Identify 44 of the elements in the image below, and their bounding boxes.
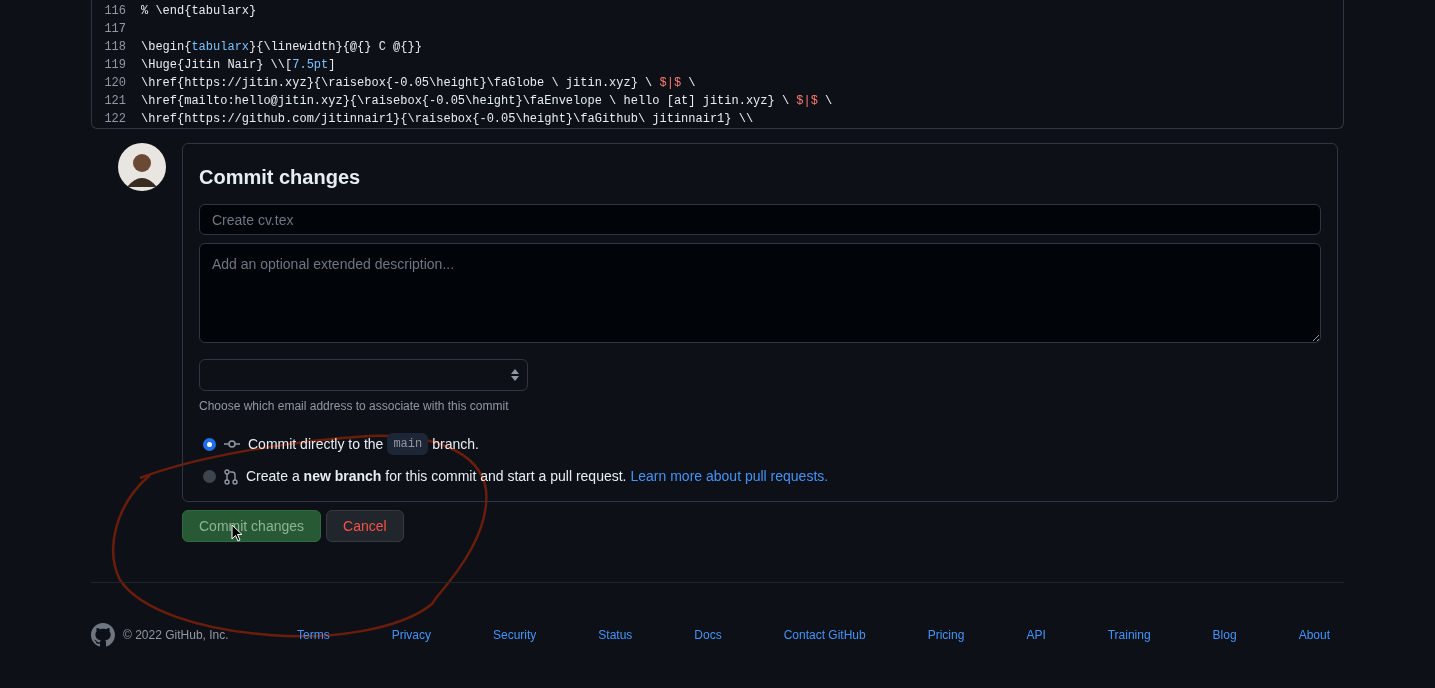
- line-number: 120: [103, 75, 127, 92]
- option-text: branch.: [432, 434, 479, 454]
- footer-link[interactable]: Status: [598, 626, 633, 644]
- description-field[interactable]: Add an optional extended description...: [199, 243, 1321, 343]
- learn-more-link[interactable]: Learn more about pull requests.: [630, 466, 829, 487]
- email-select[interactable]: [199, 359, 528, 391]
- footer-link[interactable]: Contact GitHub: [783, 626, 866, 644]
- line-number: 117: [103, 21, 127, 38]
- radio-button[interactable]: [203, 470, 216, 483]
- code-line: \Huge{Jitin Nair} \\[7.5pt]: [140, 57, 336, 74]
- footer-link[interactable]: About: [1298, 626, 1330, 644]
- footer-link[interactable]: Docs: [694, 626, 722, 644]
- pull-request-icon: [224, 468, 238, 485]
- footer-link[interactable]: Pricing: [927, 626, 965, 644]
- select-arrows-icon: [511, 369, 519, 381]
- footer-link[interactable]: API: [1026, 626, 1046, 644]
- cancel-button[interactable]: Cancel: [326, 510, 404, 542]
- code-line: \href{mailto:hello@jitin.xyz}{\raisebox{-0.05\height}\faEnvelope \ hello [at] jitin.xyz} \ $|$ \: [140, 93, 833, 110]
- radio-button[interactable]: [203, 437, 216, 451]
- code-line: \href{https://github.com/jitinnair1}{\raisebox{-0.05\height}\faGithub\ jitinnair1} \\: [140, 111, 754, 128]
- copyright-text: © 2022 GitHub, Inc.: [123, 627, 230, 644]
- footer-link[interactable]: Terms: [297, 626, 330, 644]
- footer-link[interactable]: Training: [1107, 626, 1151, 644]
- email-hint: Choose which email address to associate with this commit: [199, 398, 510, 415]
- footer-link[interactable]: Privacy: [391, 626, 431, 644]
- line-number: 121: [103, 93, 127, 110]
- code-line: % \end{tabularx}: [140, 3, 257, 20]
- summary-field[interactable]: Create cv.tex: [199, 204, 1321, 235]
- line-number: 122: [103, 111, 127, 128]
- footer-link[interactable]: Security: [493, 626, 537, 644]
- option-text: Commit directly to the: [248, 434, 384, 454]
- commit-button[interactable]: Commit changes: [182, 510, 322, 542]
- code-line: \begin{tabularx}{\linewidth}{@{} C @{}}: [140, 39, 422, 56]
- line-number: 118: [103, 39, 127, 56]
- line-number: 119: [103, 57, 127, 74]
- option-text: Create a new branch for this commit and start a pull request.: [246, 467, 627, 486]
- github-logo-icon: [91, 623, 115, 647]
- code-line: \href{https://jitin.xyz}{\raisebox{-0.05\height}\faGlobe \ jitin.xyz} \ $|$ \: [140, 75, 696, 92]
- branch-name: main: [387, 433, 429, 455]
- commit-icon: [224, 439, 240, 449]
- panel-title: Commit changes: [199, 165, 362, 190]
- line-number: 116: [103, 3, 127, 20]
- footer-link[interactable]: Blog: [1212, 626, 1237, 644]
- avatar: [118, 143, 166, 191]
